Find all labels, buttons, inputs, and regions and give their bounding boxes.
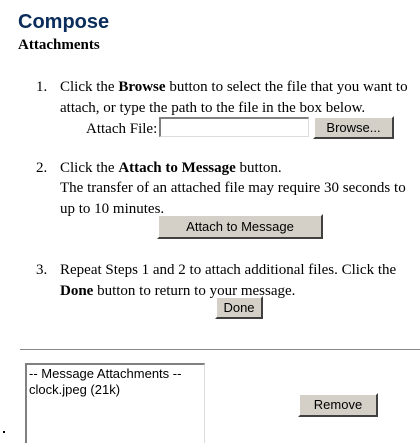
step-1: 1. Click the Browse button to select the…	[36, 77, 416, 119]
remove-button[interactable]: Remove	[298, 393, 378, 417]
attach-to-message-button[interactable]: Attach to Message	[157, 214, 323, 239]
browse-button[interactable]: Browse...	[313, 116, 394, 139]
step-keyword: Browse	[118, 79, 166, 95]
step-keyword: Done	[60, 283, 94, 299]
step-instruction: Click the Browse button to select the fi…	[60, 79, 408, 116]
step-number: 2.	[36, 160, 48, 176]
step-instruction: Click the Attach to Message button.	[60, 160, 282, 176]
list-item[interactable]: -- Message Attachments --	[29, 366, 202, 382]
divider	[20, 349, 420, 350]
step-keyword: Attach to Message	[118, 160, 236, 176]
attachments-listbox[interactable]: -- Message Attachments -- clock.jpeg (21…	[25, 363, 205, 443]
attach-file-input[interactable]	[159, 117, 309, 137]
list-item[interactable]: clock.jpeg (21k)	[29, 382, 202, 398]
step-2: 2. Click the Attach to Message button. T…	[36, 158, 416, 217]
step-number: 1.	[36, 79, 48, 95]
step-number: 3.	[36, 262, 48, 278]
page-title: Compose	[18, 11, 110, 33]
section-title: Attachments	[18, 37, 100, 53]
attach-file-label: Attach File:	[86, 121, 158, 137]
stray-pixel	[3, 431, 5, 433]
done-button[interactable]: Done	[215, 296, 263, 319]
